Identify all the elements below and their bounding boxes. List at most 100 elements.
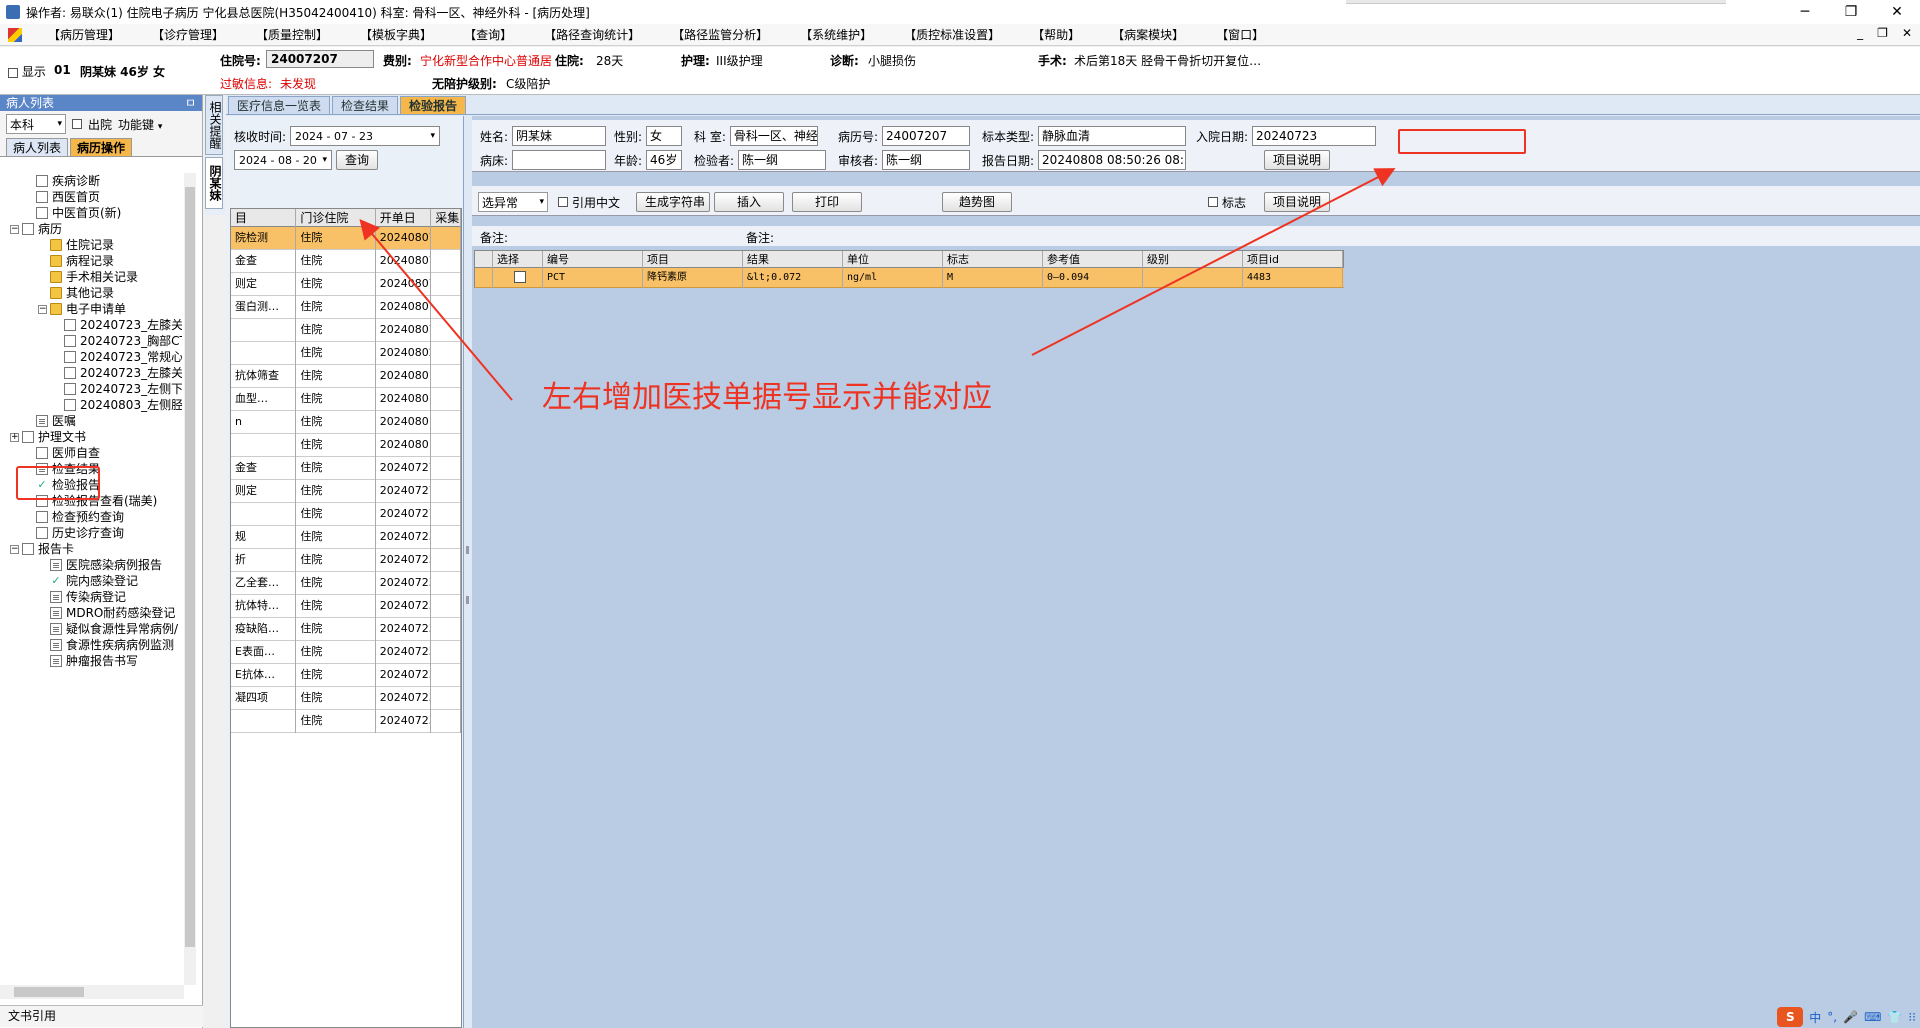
show-checkbox[interactable] — [8, 67, 18, 78]
doc-cite-label[interactable]: 文书引用 — [0, 1005, 203, 1027]
app-menu-icon[interactable] — [8, 27, 22, 42]
report-date-field[interactable]: 20240808 08:50:26 08:50: — [1038, 150, 1187, 170]
age-field[interactable]: 46岁 — [646, 150, 683, 170]
bed-field[interactable] — [512, 150, 607, 170]
tree-item[interactable]: ✓ 院内感染登记 — [10, 573, 182, 589]
tree-item[interactable]: 检查预约查询 — [10, 509, 182, 525]
tab-medical-overview[interactable]: 医疗信息一览表 — [228, 96, 331, 114]
select-checkbox[interactable] — [493, 268, 543, 288]
gender-field[interactable]: 女 — [646, 126, 683, 146]
table-row[interactable]: 折住院 20240723 — [231, 549, 461, 572]
table-row[interactable]: 住院 20240802 — [231, 342, 461, 365]
collapse-icon[interactable]: − — [10, 544, 19, 554]
tree-item[interactable]: 疾病诊断 — [10, 173, 182, 189]
item-desc-button[interactable]: 项目说明 — [1264, 150, 1331, 170]
mdi-close-button[interactable]: ✕ — [1902, 26, 1912, 40]
scroll-thumb[interactable] — [14, 987, 84, 997]
column-header[interactable]: 选择 — [493, 251, 543, 269]
print-button[interactable]: 打印 — [792, 192, 862, 212]
column-header[interactable]: 目 — [231, 209, 297, 227]
flag-checkbox[interactable] — [1208, 197, 1218, 207]
table-row[interactable]: 抗体筛查 住院 20240801 — [231, 365, 461, 388]
column-header[interactable]: 单位 — [843, 251, 943, 269]
specimen-field[interactable]: 静脉血清 — [1038, 126, 1187, 146]
admit-date-field[interactable]: 20240723 — [1252, 126, 1377, 146]
cite-cn-checkbox[interactable] — [558, 197, 568, 207]
filter-select[interactable]: 选异常 ▾ — [478, 192, 548, 212]
tree-item[interactable]: 肿瘤报告书写 — [10, 653, 182, 669]
pin-icon[interactable]: ㅁ — [185, 95, 196, 111]
menu-record-mgmt[interactable]: 【病历管理】 — [32, 26, 136, 43]
sogou-logo-icon[interactable]: S — [1777, 1007, 1804, 1027]
table-row[interactable]: 抗体特… 住院 20240723 — [231, 595, 461, 618]
table-row[interactable]: 蛋白测… 住院 20240807 — [231, 296, 461, 319]
table-row[interactable]: 住院 20240723 — [231, 710, 461, 733]
tree-item[interactable]: 病程记录 — [10, 253, 182, 269]
tree-item[interactable]: 20240723_左膝关节 — [10, 317, 182, 333]
tree-item[interactable]: 20240723_左侧下肢 — [10, 381, 182, 397]
tree-item[interactable]: 西医首页 — [10, 189, 182, 205]
tree-item[interactable]: 20240723_胸部CT平 — [10, 333, 182, 349]
table-row[interactable]: 血型… 住院 20240801 — [231, 388, 461, 411]
expand-icon[interactable]: + — [10, 432, 19, 442]
tree-item[interactable]: 医嘱 — [10, 413, 182, 429]
tree-item[interactable]: 住院记录 — [10, 237, 182, 253]
date-to-input[interactable]: 2024 - 08 - 20 ▾ — [234, 150, 332, 170]
collapse-icon[interactable]: − — [38, 304, 47, 314]
table-row[interactable]: 住院 20240801 — [231, 434, 461, 457]
func-key-button[interactable]: 功能键 ▾ — [118, 116, 162, 133]
tree-horizontal-scrollbar[interactable] — [0, 985, 184, 999]
column-header[interactable]: 项目id — [1243, 251, 1343, 269]
insert-button[interactable]: 插入 — [714, 192, 784, 212]
table-row[interactable]: PCT 降钙素原 &lt;0.072 ng/ml M 0—0.094 4483 — [474, 268, 1344, 288]
record-no-field[interactable]: 24007207 — [882, 126, 971, 146]
menu-template-dict[interactable]: 【模板字典】 — [344, 26, 448, 43]
tree-item[interactable]: 医院感染病例报告 — [10, 557, 182, 573]
tab-exam-results[interactable]: 检查结果 — [332, 96, 399, 114]
column-header[interactable]: 编号 — [543, 251, 643, 269]
table-row[interactable]: 金查 住院 20240727 — [231, 457, 461, 480]
menu-qc-standard[interactable]: 【质控标准设置】 — [888, 26, 1016, 43]
table-row[interactable]: n 住院 20240801 — [231, 411, 461, 434]
name-field[interactable]: 阴某妹 — [512, 126, 607, 146]
column-header[interactable]: 标志 — [943, 251, 1043, 269]
tree-item[interactable]: MDRO耐药感染登记 — [10, 605, 182, 621]
microphone-icon[interactable]: 🎤 — [1843, 1010, 1858, 1024]
tree-item[interactable]: 传染病登记 — [10, 589, 182, 605]
table-row[interactable]: 则定 住院 20240727 — [231, 480, 461, 503]
show-toggle[interactable]: 显示 — [8, 63, 46, 80]
keyboard-icon[interactable]: ⌨ — [1864, 1010, 1881, 1024]
menu-path-stats[interactable]: 【路径查询统计】 — [528, 26, 656, 43]
tab-related-reminders[interactable]: 相关提醒 — [205, 95, 223, 155]
column-header[interactable]: 门诊住院 — [296, 209, 376, 227]
column-header[interactable]: 采集 — [431, 209, 461, 227]
menu-treatment-mgmt[interactable]: 【诊疗管理】 — [136, 26, 240, 43]
tree-item[interactable]: + 护理文书 — [10, 429, 182, 445]
menu-window[interactable]: 【窗口】 — [1200, 26, 1280, 43]
dept-field[interactable]: 骨科一区、神经 — [729, 126, 818, 146]
trend-chart-button[interactable]: 趋势图 — [942, 192, 1012, 212]
tree-item[interactable]: 医师自查 — [10, 445, 182, 461]
tree-item[interactable]: 手术相关记录 — [10, 269, 182, 285]
tab-record-ops[interactable]: 病历操作 — [70, 138, 133, 156]
tab-lab-report[interactable]: 检验报告 — [400, 96, 467, 114]
collapse-icon[interactable]: − — [10, 224, 19, 234]
tree-item[interactable]: 其他记录 — [10, 285, 182, 301]
table-row[interactable]: 乙全套… 住院 20240723 — [231, 572, 461, 595]
tree-item[interactable]: 20240723_常规心电 — [10, 349, 182, 365]
close-button[interactable]: ✕ — [1874, 0, 1920, 24]
tree-item[interactable]: 20240803_左侧胫骨 — [10, 397, 182, 413]
menu-path-supervision[interactable]: 【路径监管分析】 — [656, 26, 784, 43]
table-row[interactable]: 则定 住院 20240807 — [231, 273, 461, 296]
table-row[interactable]: 金查 住院 20240807 — [231, 250, 461, 273]
tree-item[interactable]: 中医首页(新) — [10, 205, 182, 221]
table-row[interactable]: 疫缺陷… 住院 20240723 — [231, 618, 461, 641]
maximize-button[interactable]: ❐ — [1828, 0, 1874, 24]
column-header[interactable]: 结果 — [743, 251, 843, 269]
table-row[interactable]: 住院 20240727 — [231, 503, 461, 526]
tree-item[interactable]: − 报告卡 — [10, 541, 182, 557]
menu-help[interactable]: 【帮助】 — [1016, 26, 1096, 43]
tab-patient-name[interactable]: 阴某妹 — [205, 157, 223, 209]
date-from-input[interactable]: 2024 - 07 - 23 ▾ — [290, 126, 441, 146]
tree-item[interactable]: 20240723_左膝关节 — [10, 365, 182, 381]
